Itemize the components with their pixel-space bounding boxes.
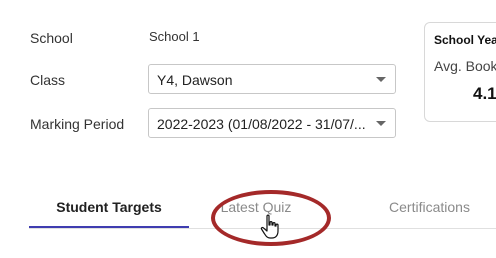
summary-card-title: School Yea — [434, 33, 496, 47]
tab-certifications[interactable]: Certifications — [363, 199, 496, 215]
class-label: Class — [30, 72, 66, 88]
chevron-down-icon — [376, 77, 386, 82]
summary-card-metric-label: Avg. Book — [434, 58, 496, 74]
school-label: School — [30, 30, 73, 46]
class-select-value: Y4, Dawson — [157, 72, 233, 88]
chevron-down-icon — [376, 121, 386, 126]
active-tab-indicator — [29, 226, 189, 228]
school-value: School 1 — [149, 29, 200, 44]
summary-card: School Yea Avg. Book 4.1 — [424, 22, 496, 122]
summary-card-metric-value: 4.1 — [473, 84, 496, 103]
tab-student-targets[interactable]: Student Targets — [29, 199, 189, 215]
hand-pointer-icon — [260, 214, 279, 239]
marking-period-select-value: 2022-2023 (01/08/2022 - 31/07/... — [157, 116, 366, 132]
marking-period-label: Marking Period — [30, 116, 125, 132]
marking-period-select[interactable]: 2022-2023 (01/08/2022 - 31/07/... — [148, 108, 396, 138]
class-select[interactable]: Y4, Dawson — [148, 64, 396, 94]
